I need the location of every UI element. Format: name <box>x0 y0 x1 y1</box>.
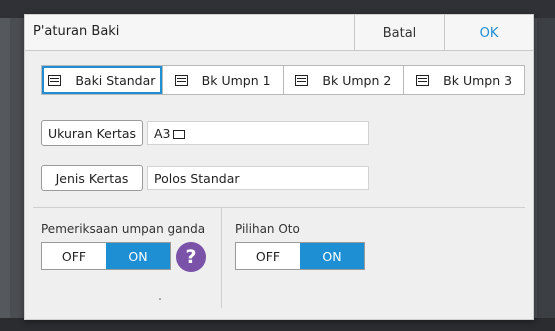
tab-bk-umpn-1[interactable]: Bk Umpn 1 <box>163 66 284 94</box>
paper-size-text: A3 <box>154 125 171 141</box>
double-feed-label: Pemeriksaan umpan ganda <box>41 222 206 236</box>
tray-settings-dialog: P'aturan Baki Batal OK Baki Standar Bk U… <box>24 14 534 320</box>
dialog-titlebar: P'aturan Baki Batal OK <box>25 15 533 51</box>
auto-select-label: Pilihan Oto <box>235 222 300 236</box>
background-app-left <box>0 18 10 318</box>
tray-icon <box>48 74 62 86</box>
tab-bk-umpn-2[interactable]: Bk Umpn 2 <box>284 66 405 94</box>
tray-icon <box>174 74 188 86</box>
tray-tabs: Baki Standar Bk Umpn 1 Bk Umpn 2 Bk Umpn… <box>41 65 525 95</box>
cancel-button[interactable]: Batal <box>354 15 444 51</box>
landscape-paper-icon <box>172 129 185 139</box>
decorative-dot <box>159 298 161 300</box>
double-feed-toggle: OFF ON <box>41 242 171 270</box>
background-app-right <box>537 18 555 318</box>
auto-select-toggle: OFF ON <box>235 242 365 270</box>
double-feed-on[interactable]: ON <box>106 243 170 269</box>
tab-baki-standar[interactable]: Baki Standar <box>42 66 163 94</box>
paper-type-value: Polos Standar <box>147 166 369 190</box>
section-divider <box>33 207 525 208</box>
tray-icon <box>416 74 430 86</box>
ok-button[interactable]: OK <box>444 15 533 51</box>
paper-size-button[interactable]: Ukuran Kertas <box>41 120 143 146</box>
auto-select-on[interactable]: ON <box>300 243 364 269</box>
double-feed-off[interactable]: OFF <box>42 243 106 269</box>
tab-label: Bk Umpn 1 <box>201 72 271 88</box>
dialog-title: P'aturan Baki <box>33 24 120 39</box>
paper-size-value: A3 <box>147 121 369 145</box>
tab-label: Bk Umpn 2 <box>322 72 392 88</box>
auto-select-off[interactable]: OFF <box>236 243 300 269</box>
paper-type-button[interactable]: Jenis Kertas <box>41 165 143 191</box>
column-divider <box>221 208 222 308</box>
tab-bk-umpn-3[interactable]: Bk Umpn 3 <box>404 66 524 94</box>
help-icon[interactable]: ? <box>176 242 206 272</box>
tab-label: Bk Umpn 3 <box>443 72 513 88</box>
tab-label: Baki Standar <box>75 72 156 88</box>
tray-icon <box>295 74 309 86</box>
